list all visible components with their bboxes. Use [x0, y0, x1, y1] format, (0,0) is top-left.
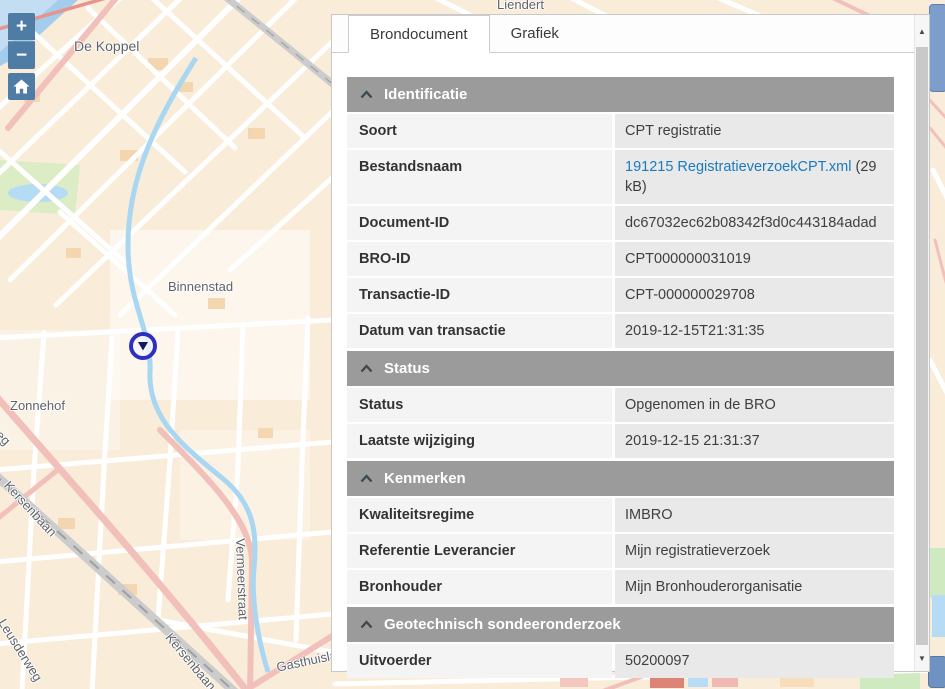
row-label: Referentie Leverancier [347, 534, 612, 568]
section-header[interactable]: Geotechnisch sondeeronderzoek [347, 607, 894, 642]
scroll-up-icon[interactable]: ▲ [915, 17, 929, 45]
tab-brondocument[interactable]: Brondocument [348, 15, 490, 53]
chevron-up-icon [360, 90, 373, 99]
file-link[interactable]: 191215 RegistratieverzoekCPT.xml [625, 159, 851, 175]
map-marker-icon[interactable] [126, 329, 160, 363]
section-title: Kenmerken [384, 470, 466, 487]
row-value: Mijn registratieverzoek [615, 534, 894, 568]
home-icon [13, 79, 30, 94]
row-label: Uitvoerder [347, 644, 612, 678]
section-rows: SoortCPT registratieBestandsnaam191215 R… [347, 114, 894, 348]
row-label: Bronhouder [347, 570, 612, 604]
row-value: 2019-12-15 21:31:37 [615, 424, 894, 458]
section-header[interactable]: Status [347, 351, 894, 386]
row-label: Laatste wijziging [347, 424, 612, 458]
section: StatusStatusOpgenomen in de BROLaatste w… [347, 351, 894, 458]
row-label: Transactie-ID [347, 278, 612, 312]
tab-bar: BrondocumentGrafiek [332, 15, 929, 53]
section: Geotechnisch sondeeronderzoek Uitvoerder5… [347, 607, 894, 678]
scroll-down-icon[interactable]: ▼ [915, 647, 929, 669]
section-rows: StatusOpgenomen in de BROLaatste wijzigi… [347, 388, 894, 458]
zoom-in-button[interactable]: + [8, 13, 35, 40]
row-value: Opgenomen in de BRO [615, 388, 894, 422]
row-label: Document-ID [347, 206, 612, 240]
row-value: 191215 RegistratieverzoekCPT.xml (29 kB) [615, 150, 894, 204]
row-label: Datum van transactie [347, 314, 612, 348]
row-value: CPT registratie [615, 114, 894, 148]
row-label: Kwaliteitsregime [347, 498, 612, 532]
row-label: Bestandsnaam [347, 150, 612, 204]
section-title: Status [384, 360, 430, 377]
section-rows: Uitvoerder50200097 [347, 644, 894, 678]
section-title: Geotechnisch sondeeronderzoek [384, 616, 621, 633]
section-header[interactable]: Identificatie [347, 77, 894, 112]
app: De KoppelLiendertBinnenstadZonnehofkerwe… [0, 0, 945, 689]
row-value: CPT-000000029708 [615, 278, 894, 312]
chevron-up-icon [360, 620, 373, 629]
chevron-up-icon [360, 474, 373, 483]
section: Kenmerken KwaliteitsregimeIMBROReferentie… [347, 461, 894, 604]
chevron-up-icon [360, 364, 373, 373]
map-control-right-bottom[interactable] [928, 656, 945, 688]
section: Identificatie SoortCPT registratieBestand… [347, 77, 894, 348]
tab-grafiek[interactable]: Grafiek [490, 15, 580, 52]
panel-content: Identificatie SoortCPT registratieBestand… [347, 53, 894, 678]
row-value: dc67032ec62b08342f3d0c443184adad [615, 206, 894, 240]
home-button[interactable] [8, 73, 35, 100]
row-value: CPT000000031019 [615, 242, 894, 276]
scrollbar-thumb[interactable] [916, 47, 928, 645]
row-value: Mijn Bronhouderorganisatie [615, 570, 894, 604]
map-control-right-top[interactable] [929, 4, 945, 92]
zoom-out-button[interactable]: − [8, 41, 35, 69]
row-label: Soort [347, 114, 612, 148]
row-value: 50200097 [615, 644, 894, 678]
section-header[interactable]: Kenmerken [347, 461, 894, 496]
detail-panel: BrondocumentGrafiek IdentificatieSoortCP… [331, 14, 930, 672]
section-rows: KwaliteitsregimeIMBROReferentie Leveranc… [347, 498, 894, 604]
row-value: IMBRO [615, 498, 894, 532]
row-label: Status [347, 388, 612, 422]
row-value: 2019-12-15T21:31:35 [615, 314, 894, 348]
row-label: BRO-ID [347, 242, 612, 276]
section-title: Identificatie [384, 86, 467, 103]
scrollbar[interactable]: ▲ ▼ [914, 15, 929, 671]
